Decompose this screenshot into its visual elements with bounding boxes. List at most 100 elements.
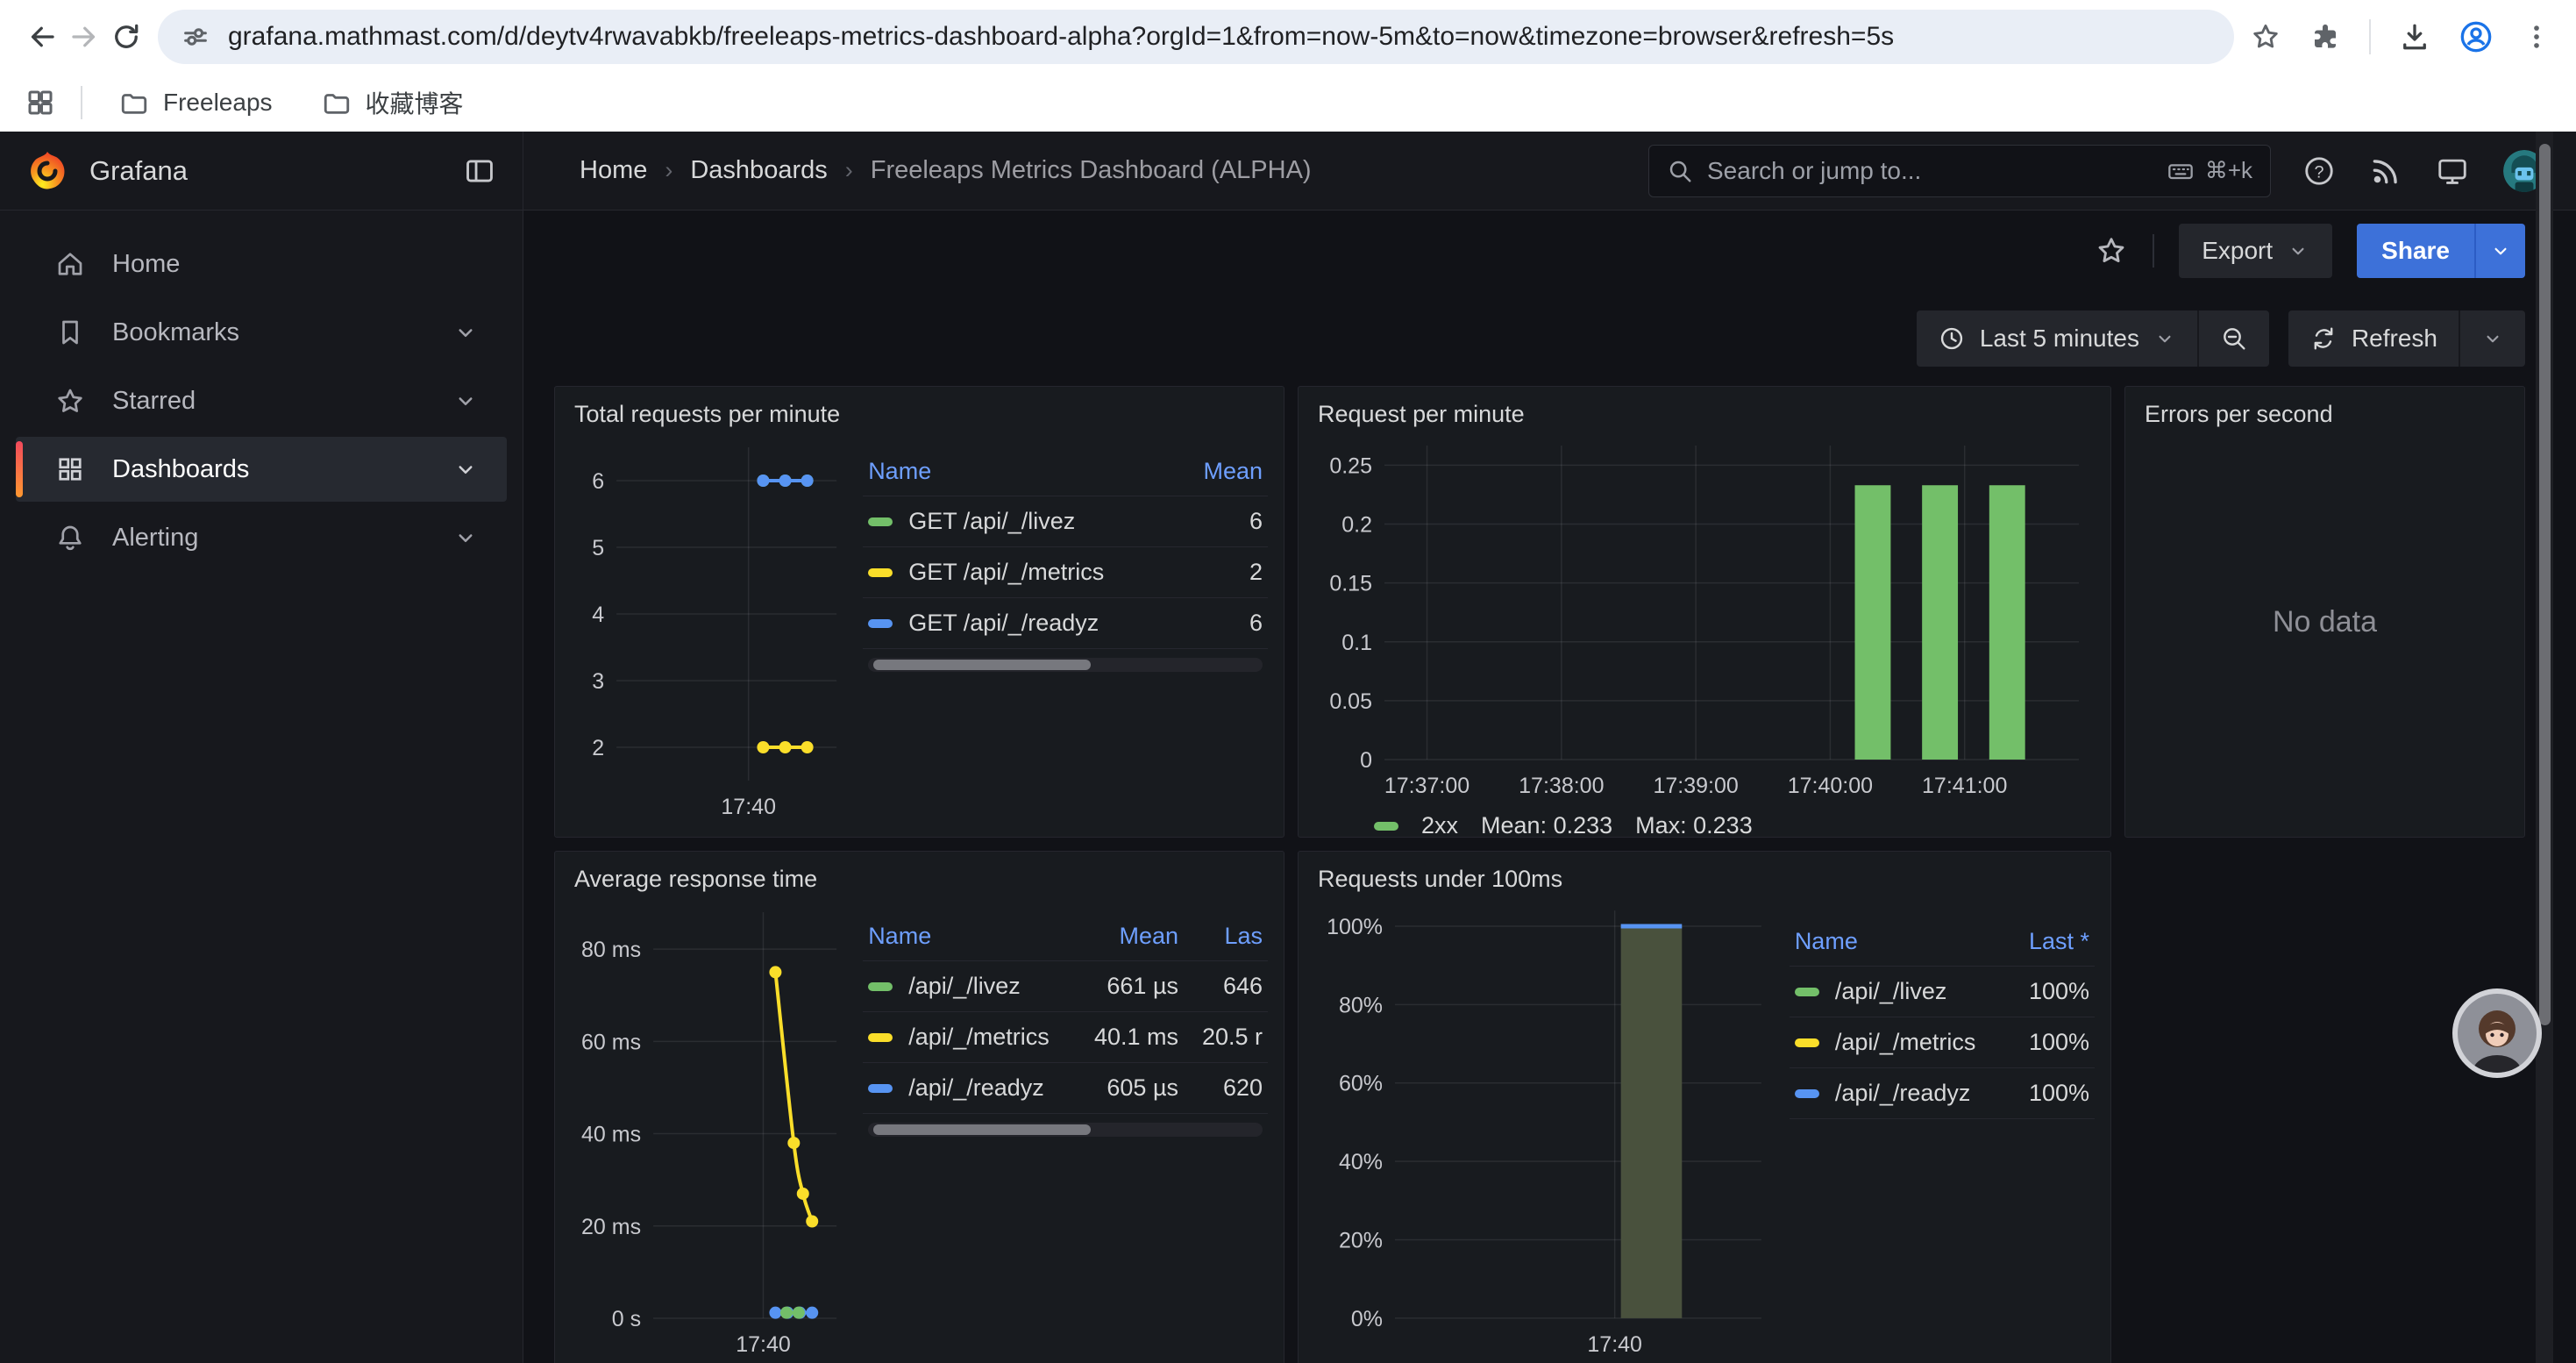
menu-kebab-icon[interactable]: [2522, 22, 2551, 52]
bar-chart[interactable]: 00.050.10.150.20.2517:37:0017:38:0017:39…: [1311, 433, 2098, 809]
legend-hscrollbar-thumb[interactable]: [873, 660, 1090, 670]
panel-title[interactable]: Request per minute: [1299, 387, 2110, 433]
zoom-out-button[interactable]: [2199, 310, 2269, 367]
bookmark-star-icon[interactable]: [2250, 21, 2281, 53]
legend-row[interactable]: GET /api/_/livez: [863, 496, 1171, 546]
share-button[interactable]: Share: [2357, 224, 2474, 278]
rss-icon[interactable]: [2369, 154, 2402, 188]
sidebar-item-home[interactable]: Home: [16, 232, 507, 296]
dock-menu-icon[interactable]: [463, 154, 496, 188]
svg-text:80%: 80%: [1339, 993, 1383, 1017]
legend-row[interactable]: /api/_/livez: [1790, 966, 1989, 1017]
search-shortcut: ⌘+k: [2167, 157, 2252, 185]
refresh-button[interactable]: Refresh: [2288, 310, 2459, 367]
back-button[interactable]: [21, 16, 63, 58]
total-requests-per-minute-svg[interactable]: 6543217:40: [567, 433, 849, 828]
series-name[interactable]: 2xx: [1421, 812, 1458, 839]
address-bar[interactable]: grafana.mathmast.com/d/deytv4rwavabkb/fr…: [158, 10, 2234, 64]
legend-row[interactable]: /api/_/metrics: [863, 1011, 1052, 1062]
svg-text:0.15: 0.15: [1329, 572, 1372, 596]
export-button[interactable]: Export: [2179, 224, 2332, 278]
sidebar-item-starred[interactable]: Starred: [16, 368, 507, 433]
chevron-down-icon[interactable]: [452, 525, 479, 551]
svg-text:5: 5: [592, 536, 604, 560]
legend-header[interactable]: Mean: [1052, 919, 1184, 960]
floating-assistant-avatar[interactable]: [2451, 988, 2543, 1079]
average-response-time-svg[interactable]: 80 ms60 ms40 ms20 ms0 s17:40: [567, 898, 849, 1363]
svg-text:0: 0: [1360, 748, 1372, 773]
bookmarks-bar: Freeleaps 收藏博客: [0, 74, 2576, 132]
legend-header[interactable]: Name: [863, 454, 1171, 496]
header-icons: ?: [2271, 149, 2576, 193]
profile-icon[interactable]: [2459, 19, 2494, 54]
no-data-label: No data: [2125, 433, 2524, 837]
legend-table-container: NameLast */api/_/livez100%/api/_/metrics…: [1775, 898, 2098, 1363]
search-input[interactable]: Search or jump to... ⌘+k: [1648, 145, 2271, 197]
url-text[interactable]: grafana.mathmast.com/d/deytv4rwavabkb/fr…: [228, 22, 1894, 52]
panel-title[interactable]: Total requests per minute: [555, 387, 1284, 433]
sidebar-item-bookmarks[interactable]: Bookmarks: [16, 300, 507, 365]
favorite-star-icon[interactable]: [2095, 234, 2128, 268]
legend-row[interactable]: /api/_/readyz: [863, 1062, 1052, 1113]
svg-text:?: ?: [2314, 162, 2323, 182]
bookmark-folder-blogs[interactable]: 收藏博客: [310, 78, 476, 127]
svg-text:3: 3: [592, 669, 604, 694]
grafana-logo[interactable]: [26, 150, 68, 192]
share-label: Share: [2381, 237, 2450, 265]
legend-value: 40.1 ms: [1052, 1011, 1184, 1062]
svg-text:4: 4: [592, 603, 604, 627]
extensions-icon[interactable]: [2309, 21, 2341, 53]
series-swatch: [1374, 822, 1398, 831]
legend-value: 6: [1171, 496, 1268, 546]
legend-header[interactable]: Mean: [1171, 454, 1268, 496]
forward-button[interactable]: [63, 16, 105, 58]
chevron-down-icon[interactable]: [452, 319, 479, 346]
legend-row[interactable]: GET /api/_/metrics: [863, 546, 1171, 597]
legend-header[interactable]: Las: [1184, 919, 1268, 960]
legend-row[interactable]: /api/_/livez: [863, 960, 1052, 1011]
legend-row[interactable]: /api/_/metrics: [1790, 1017, 1989, 1067]
legend-row[interactable]: /api/_/readyz: [1790, 1067, 1989, 1118]
timeseries-chart[interactable]: 6543217:40: [567, 433, 849, 828]
panel-title[interactable]: Requests under 100ms: [1299, 852, 2110, 898]
page-scrollbar-thumb[interactable]: [2539, 144, 2551, 1025]
sidebar-item-alerting[interactable]: Alerting: [16, 505, 507, 570]
bar-chart[interactable]: 100%80%60%40%20%0%17:40: [1311, 898, 1775, 1363]
timeseries-chart[interactable]: 80 ms60 ms40 ms20 ms0 s17:40: [567, 898, 849, 1363]
keyboard-icon: [2167, 157, 2195, 185]
time-range-button[interactable]: Last 5 minutes: [1917, 310, 2197, 367]
panel-title[interactable]: Errors per second: [2125, 387, 2524, 433]
breadcrumb-dashboards[interactable]: Dashboards: [690, 156, 827, 185]
folder-icon: [322, 88, 352, 118]
bell-icon: [54, 522, 86, 553]
legend-row[interactable]: GET /api/_/readyz: [863, 597, 1171, 648]
site-settings-icon[interactable]: [181, 22, 210, 52]
legend-header[interactable]: Name: [863, 919, 1052, 960]
panel-title[interactable]: Average response time: [555, 852, 1284, 898]
time-range-label: Last 5 minutes: [1980, 325, 2139, 353]
bookmark-folder-freeleaps[interactable]: Freeleaps: [107, 81, 285, 125]
legend-header[interactable]: Last *: [1989, 924, 2095, 966]
requests-under-100ms-svg[interactable]: 100%80%60%40%20%0%17:40: [1311, 898, 1775, 1363]
download-icon[interactable]: [2399, 21, 2430, 53]
legend-hscrollbar[interactable]: [868, 1123, 1263, 1137]
chevron-down-icon[interactable]: [452, 388, 479, 414]
sidebar-item-dashboards[interactable]: Dashboards: [16, 437, 507, 502]
help-icon[interactable]: ?: [2302, 154, 2336, 188]
legend-hscrollbar[interactable]: [868, 658, 1263, 672]
breadcrumb: Home › Dashboards › Freeleaps Metrics Da…: [523, 156, 1312, 185]
series-name: GET /api/_/livez: [908, 508, 1075, 535]
request-per-minute-svg[interactable]: 00.050.10.150.20.2517:37:0017:38:0017:39…: [1311, 433, 2098, 809]
apps-grid-icon[interactable]: [25, 87, 56, 118]
chevron-down-icon[interactable]: [452, 456, 479, 482]
page-scrollbar[interactable]: [2536, 132, 2553, 1363]
refresh-interval-button[interactable]: [2460, 310, 2525, 367]
monitor-icon[interactable]: [2436, 154, 2469, 188]
panel-errors-per-second: Errors per second No data: [2124, 386, 2525, 838]
breadcrumb-home[interactable]: Home: [580, 156, 647, 185]
legend-header[interactable]: Name: [1790, 924, 1989, 966]
legend-hscrollbar-thumb[interactable]: [873, 1124, 1090, 1135]
reload-button[interactable]: [105, 16, 147, 58]
legend-table-container: NameMeanLas/api/_/livez661 µs646/api/_/m…: [849, 898, 1271, 1363]
share-menu-button[interactable]: [2474, 224, 2525, 278]
